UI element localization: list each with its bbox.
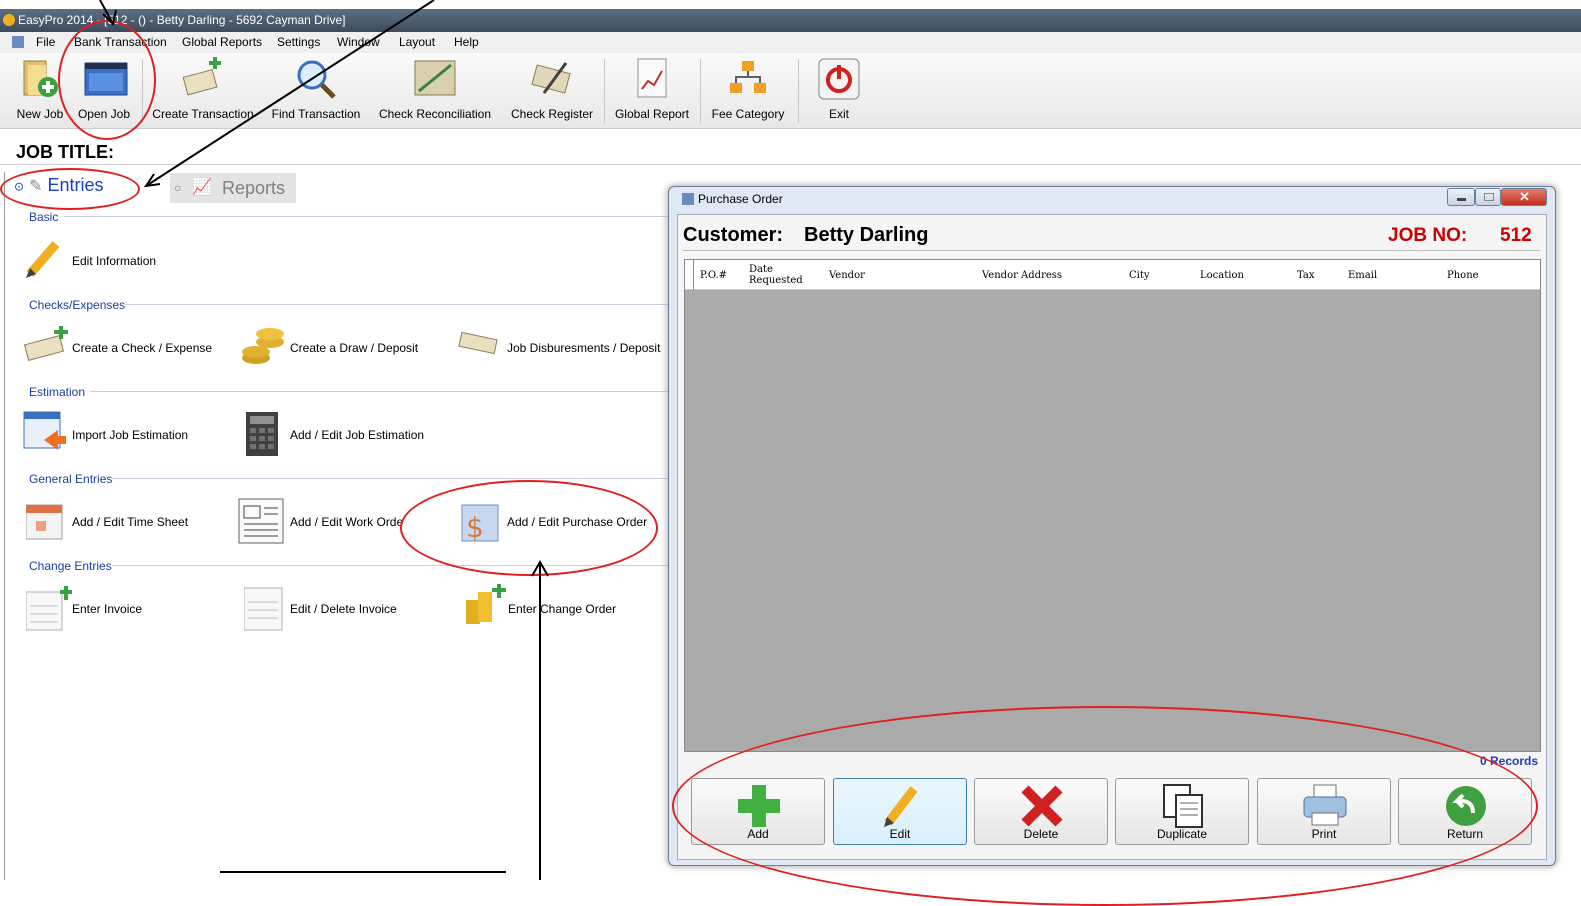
annotation-arrows bbox=[99, 0, 549, 880]
